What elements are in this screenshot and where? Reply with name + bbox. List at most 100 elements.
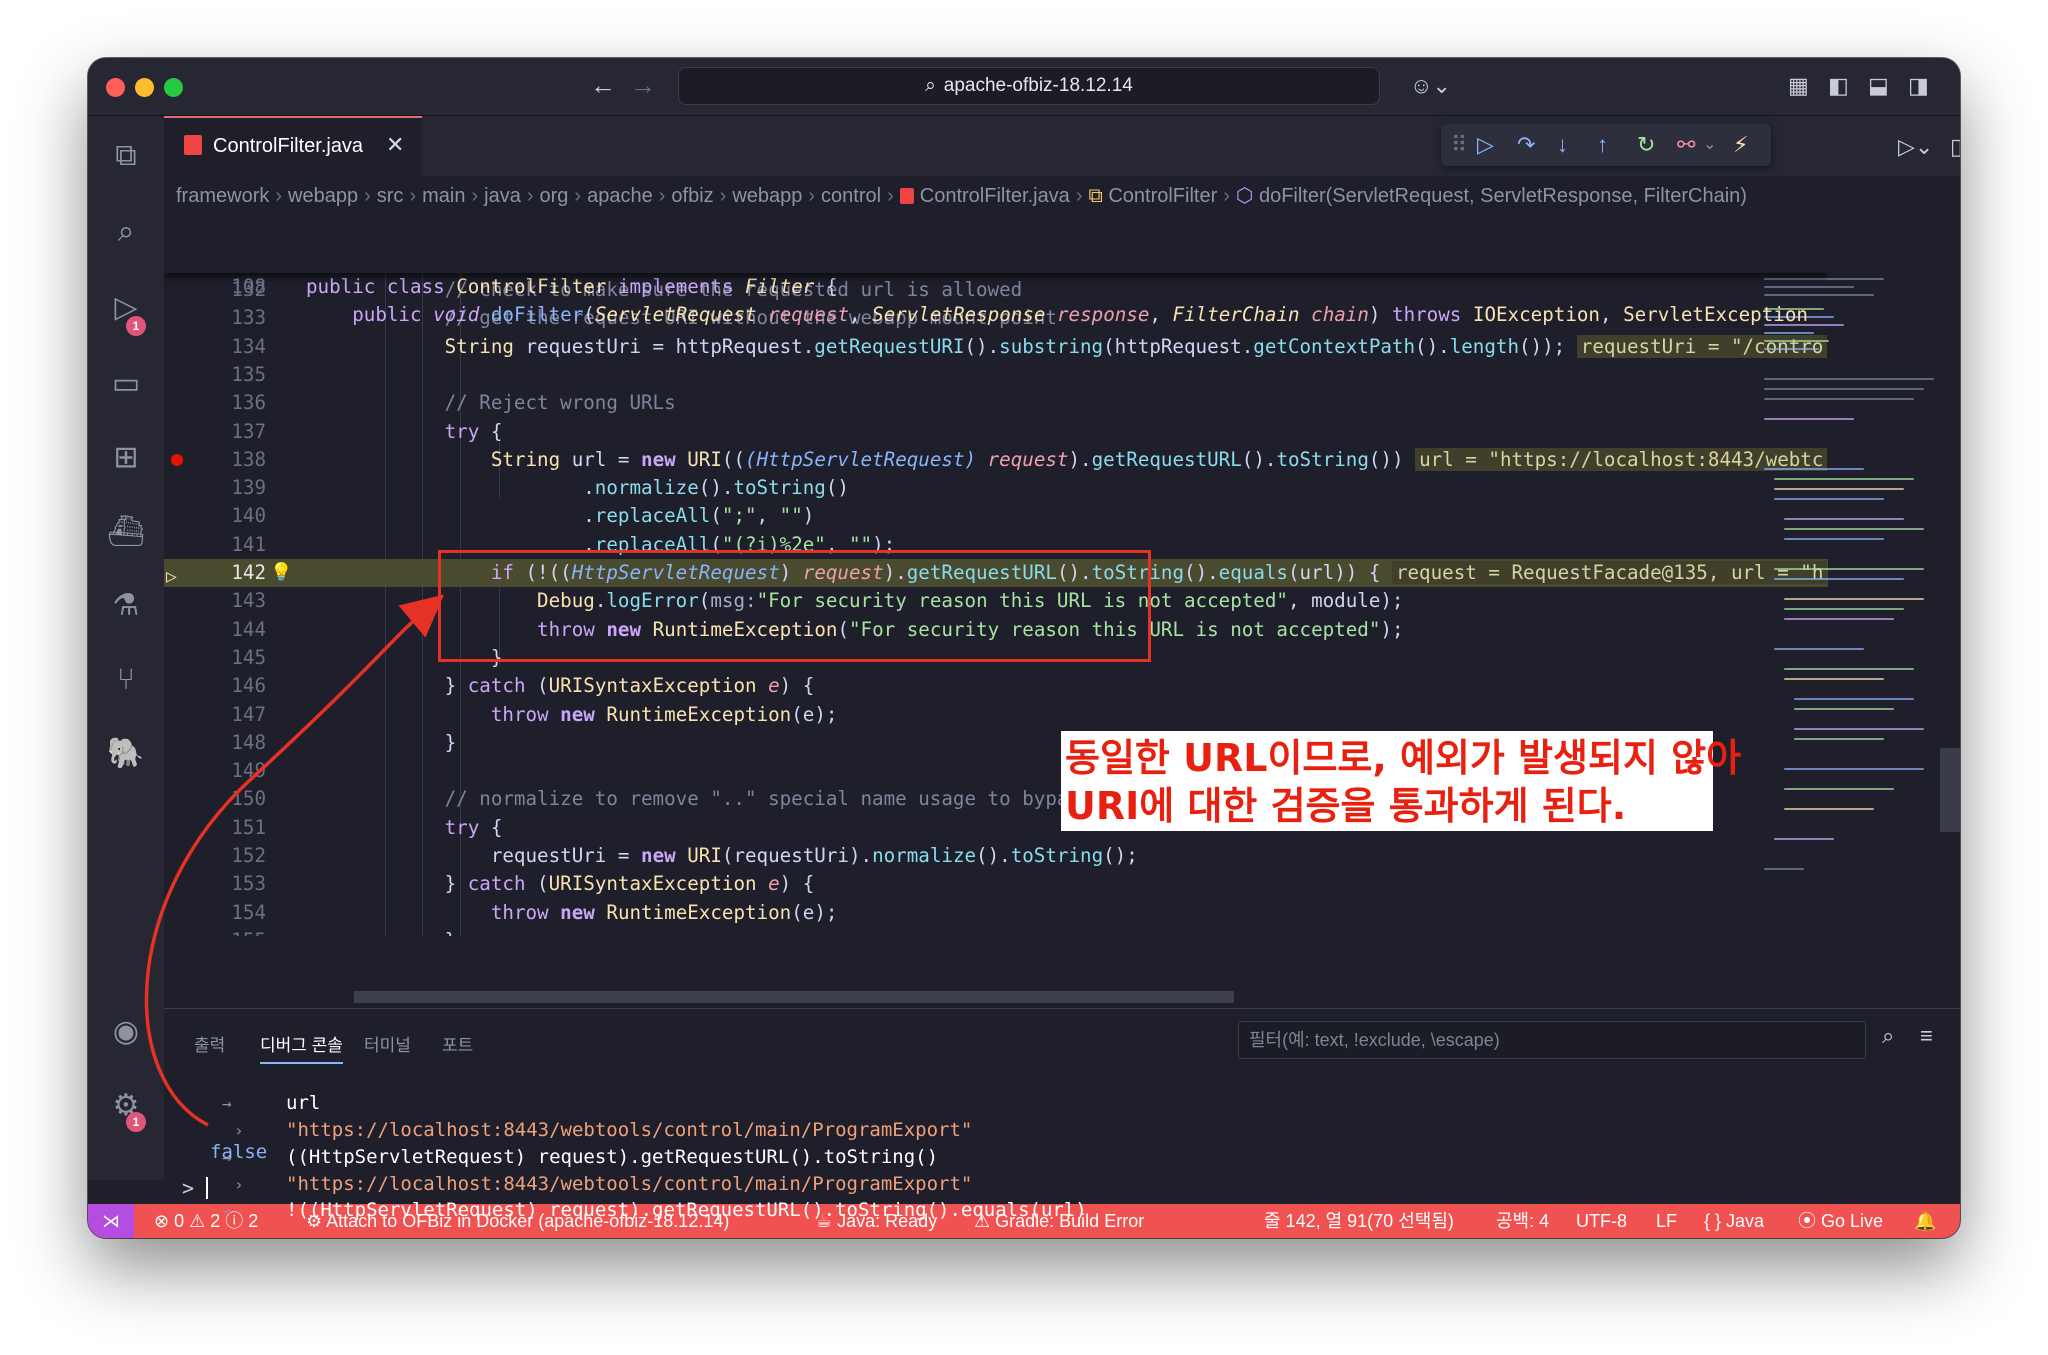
copilot-icon[interactable]: ☺⌄ xyxy=(1410,72,1451,100)
remote-explorer-icon[interactable]: ▭ xyxy=(106,364,146,404)
console-line[interactable]: › "https://localhost:8443/webtools/contro… xyxy=(164,1090,1954,1141)
step-over-icon[interactable]: ↷ xyxy=(1517,130,1535,160)
line-number: 145 xyxy=(231,645,266,669)
step-out-icon[interactable]: ↑ xyxy=(1597,130,1608,160)
maximize-window-button[interactable] xyxy=(164,78,183,97)
line-number: 147 xyxy=(231,702,266,726)
encoding[interactable]: UTF-8 xyxy=(1576,1204,1627,1238)
run-icon[interactable]: ▷⌄ xyxy=(1898,134,1933,160)
debug-toolbar: ⠿ ▷ ↷ ↓ ↑ ↻ ⚯ ⌄ ⚡ xyxy=(1441,124,1771,166)
tab-controlfilter[interactable]: ControlFilter.java ✕ xyxy=(164,116,422,176)
console-line: → !((HttpServletRequest) request).getRequ… xyxy=(222,1199,1087,1221)
breadcrumb-item[interactable]: java xyxy=(484,185,521,207)
go-live[interactable]: ⦿ Go Live xyxy=(1798,1204,1883,1238)
sticky-line[interactable]: 67 public class ControlFilter implements… xyxy=(164,216,1828,298)
search-icon[interactable]: ⌕ xyxy=(106,212,146,252)
line-number: 146 xyxy=(231,674,266,698)
line-number: 140 xyxy=(231,504,266,528)
console-filter-input[interactable]: 필터(예: text, !exclude, \escape) xyxy=(1238,1021,1866,1059)
command-center-search[interactable]: ⌕ apache-ofbiz-18.12.14 xyxy=(678,67,1380,105)
toggle-panel-icon[interactable]: ⬓ xyxy=(1868,72,1889,100)
line-number: 137 xyxy=(231,419,266,443)
line-number: 151 xyxy=(231,815,266,839)
line-number: 141 xyxy=(231,532,266,556)
restart-icon[interactable]: ↻ xyxy=(1637,130,1655,160)
line-number: 142 xyxy=(231,561,266,584)
eol[interactable]: LF xyxy=(1656,1204,1677,1238)
disconnect-icon[interactable]: ⚯ xyxy=(1677,130,1695,160)
forward-arrow-icon[interactable]: → xyxy=(630,70,656,100)
breadcrumb-item[interactable]: webapp xyxy=(732,185,802,207)
hot-code-replace-icon[interactable]: ⚡ xyxy=(1733,130,1748,160)
chevron-down-icon[interactable]: ⌄ xyxy=(1703,130,1716,160)
line-number: 139 xyxy=(231,476,266,500)
line-number: 108 xyxy=(231,274,266,298)
line-number: 144 xyxy=(231,617,266,641)
remote-indicator-icon[interactable]: ⋊ xyxy=(88,1204,134,1238)
editor-scrollbar[interactable] xyxy=(1940,748,1960,832)
lightbulb-icon[interactable]: 💡 xyxy=(270,559,292,587)
source-control-icon[interactable]: ⑂ xyxy=(106,660,146,700)
tab-output[interactable]: 출력 xyxy=(194,1031,225,1056)
tab-ports[interactable]: 포트 xyxy=(442,1031,473,1056)
indentation[interactable]: 공백: 4 xyxy=(1496,1204,1549,1238)
tab-debug-console[interactable]: 디버그 콘솔 xyxy=(260,1031,343,1064)
breadcrumb-item[interactable]: framework xyxy=(176,185,269,207)
annotation-line: URI에 대한 검증을 통과하게 된다. xyxy=(1065,784,1627,828)
back-arrow-icon[interactable]: ← xyxy=(590,70,616,100)
drag-handle-icon[interactable]: ⠿ xyxy=(1451,130,1467,160)
tab-terminal[interactable]: 터미널 xyxy=(364,1031,411,1056)
breakpoint-icon[interactable] xyxy=(171,453,183,466)
line-number: 148 xyxy=(231,730,266,754)
editor-tab-bar: ControlFilter.java ✕ ⠿ ▷ ↷ ↓ ↑ ↻ ⚯ ⌄ ⚡ ▷… xyxy=(164,116,1960,176)
breadcrumb-item[interactable]: ofbiz xyxy=(671,185,713,207)
line-number: 135 xyxy=(231,362,266,386)
toggle-sidebar-icon[interactable]: ◧ xyxy=(1828,72,1849,100)
toggle-secondary-sidebar-icon[interactable]: ◨ xyxy=(1908,72,1929,100)
line-number: 152 xyxy=(231,844,266,867)
annotation-callout: 동일한 URL이므로, 예외가 발생되지 않아 URI에 대한 검증을 통과하게… xyxy=(1061,731,1742,831)
close-tab-icon[interactable]: ✕ xyxy=(386,132,404,158)
workspace-name: apache-ofbiz-18.12.14 xyxy=(943,75,1133,96)
split-editor-icon[interactable]: ◫ xyxy=(1950,134,1960,160)
console-input[interactable]: > xyxy=(182,1176,209,1200)
cursor-position[interactable]: 줄 142, 열 91(70 선택됨) xyxy=(1264,1204,1454,1238)
docker-icon[interactable]: ⛴ xyxy=(106,512,146,552)
search-icon[interactable]: ⌕ xyxy=(1882,1023,1894,1049)
notifications-icon[interactable]: 🔔 xyxy=(1914,1204,1936,1238)
minimize-window-button[interactable] xyxy=(135,78,154,97)
java-file-icon xyxy=(899,188,914,204)
activity-bar: ⧉ ⌕ ▷ 1 ▭ ⊞ ⛴ ⚗ ⑂ 🐘 ◉ ⚙ 1 xyxy=(88,116,164,1180)
class-icon: ⧉ xyxy=(1088,185,1103,207)
continue-icon[interactable]: ▷ xyxy=(1477,130,1494,160)
clear-console-icon[interactable]: ≡ xyxy=(1920,1023,1933,1049)
breadcrumb-item[interactable]: webapp xyxy=(288,185,358,207)
annotation-line: 동일한 URL이므로, 예외가 발생되지 않아 xyxy=(1065,736,1742,780)
editor-horizontal-scrollbar[interactable] xyxy=(354,991,1234,1003)
breadcrumb-item[interactable]: src xyxy=(377,185,404,207)
language-mode[interactable]: { } Java xyxy=(1704,1204,1764,1238)
breadcrumb-item[interactable]: main xyxy=(422,185,465,207)
line-number: 153 xyxy=(231,872,266,896)
extensions-icon[interactable]: ⊞ xyxy=(106,438,146,478)
breadcrumb-file[interactable]: ControlFilter.java xyxy=(920,185,1070,207)
highlight-box-code xyxy=(438,550,1151,662)
breadcrumb-method[interactable]: doFilter(ServletRequest, ServletResponse… xyxy=(1259,185,1747,207)
step-into-icon[interactable]: ↓ xyxy=(1557,130,1568,160)
breadcrumb-class[interactable]: ControlFilter xyxy=(1108,185,1217,207)
explorer-icon[interactable]: ⧉ xyxy=(106,136,146,176)
java-file-icon xyxy=(184,135,202,155)
console-line: false xyxy=(210,1141,268,1163)
sticky-line[interactable]: 108 public void doFilter(ServletRequest … xyxy=(164,244,1828,326)
close-window-button[interactable] xyxy=(106,78,125,97)
settings-badge: 1 xyxy=(126,1112,146,1132)
minimap[interactable] xyxy=(1756,268,1936,918)
breadcrumb-item[interactable]: org xyxy=(540,185,569,207)
breadcrumb-item[interactable]: control xyxy=(821,185,881,207)
accounts-icon[interactable]: ◉ xyxy=(106,1012,146,1052)
line-number: 155 xyxy=(204,927,266,936)
gradle-icon[interactable]: 🐘 xyxy=(106,734,146,774)
customize-layout-icon[interactable]: ▦ xyxy=(1788,72,1809,100)
testing-icon[interactable]: ⚗ xyxy=(106,586,146,626)
breadcrumb-item[interactable]: apache xyxy=(587,185,653,207)
